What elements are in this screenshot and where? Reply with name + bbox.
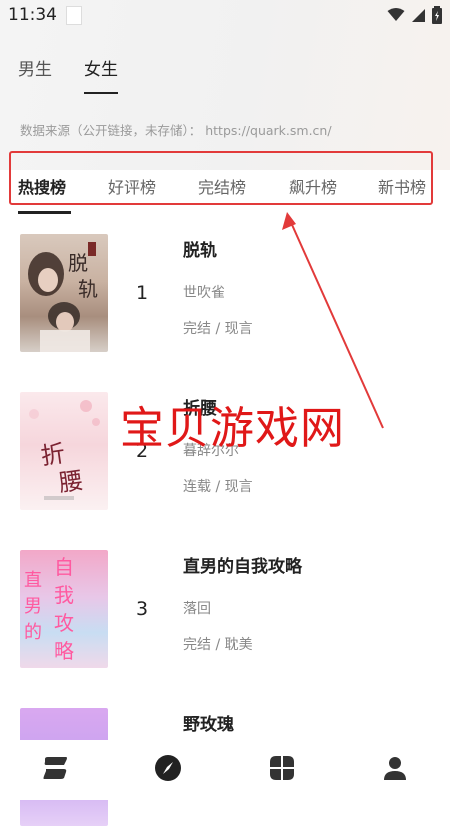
- watermark: 宝贝游戏网: [120, 403, 345, 454]
